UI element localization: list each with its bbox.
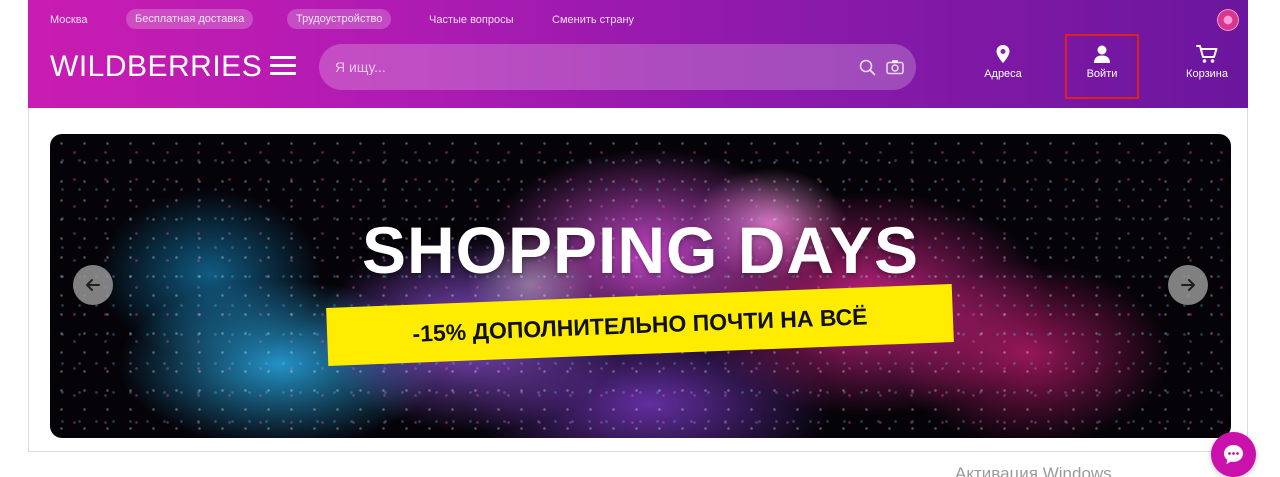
carousel-next-button[interactable] bbox=[1168, 265, 1208, 305]
free-delivery-link[interactable]: Бесплатная доставка bbox=[126, 9, 254, 29]
faq-link[interactable]: Частые вопросы bbox=[429, 10, 514, 30]
employment-link[interactable]: Трудоустройство bbox=[287, 9, 392, 29]
camera-icon[interactable] bbox=[886, 59, 904, 75]
search-bar bbox=[319, 44, 916, 90]
top-bar: Москва Бесплатная доставка Трудоустройст… bbox=[28, 8, 1248, 32]
carousel-prev-button[interactable] bbox=[73, 265, 113, 305]
cart-label: Корзина bbox=[1186, 68, 1228, 80]
windows-activation-watermark: Активация Windows bbox=[955, 464, 1112, 477]
arrow-left-icon bbox=[86, 279, 100, 291]
location-pin-icon bbox=[996, 45, 1010, 63]
address-label: Адреса bbox=[984, 68, 1022, 80]
chat-icon bbox=[1224, 445, 1243, 464]
cart-button[interactable]: Корзина bbox=[1167, 44, 1247, 96]
address-button[interactable]: Адреса bbox=[963, 44, 1043, 96]
banner-title: SHOPPING DAYS bbox=[361, 213, 920, 287]
arrow-right-icon bbox=[1181, 279, 1195, 291]
site-logo[interactable]: WILDBERRIES bbox=[50, 50, 262, 84]
change-country-link[interactable]: Сменить страну bbox=[552, 10, 634, 30]
search-input[interactable] bbox=[335, 44, 815, 90]
promo-banner[interactable]: SHOPPING DAYS -15% ДОПОЛНИТЕЛЬНО ПОЧТИ Н… bbox=[50, 134, 1231, 438]
site-header: Москва Бесплатная доставка Трудоустройст… bbox=[28, 0, 1248, 108]
chat-button[interactable] bbox=[1211, 432, 1256, 477]
search-icon[interactable] bbox=[859, 59, 876, 76]
city-selector[interactable]: Москва bbox=[50, 10, 88, 30]
cart-icon bbox=[1196, 45, 1218, 63]
menu-icon[interactable] bbox=[270, 55, 296, 77]
page: Москва Бесплатная доставка Трудоустройст… bbox=[0, 0, 1280, 477]
country-flag-icon[interactable] bbox=[1217, 9, 1239, 31]
login-highlight-box bbox=[1065, 34, 1139, 99]
